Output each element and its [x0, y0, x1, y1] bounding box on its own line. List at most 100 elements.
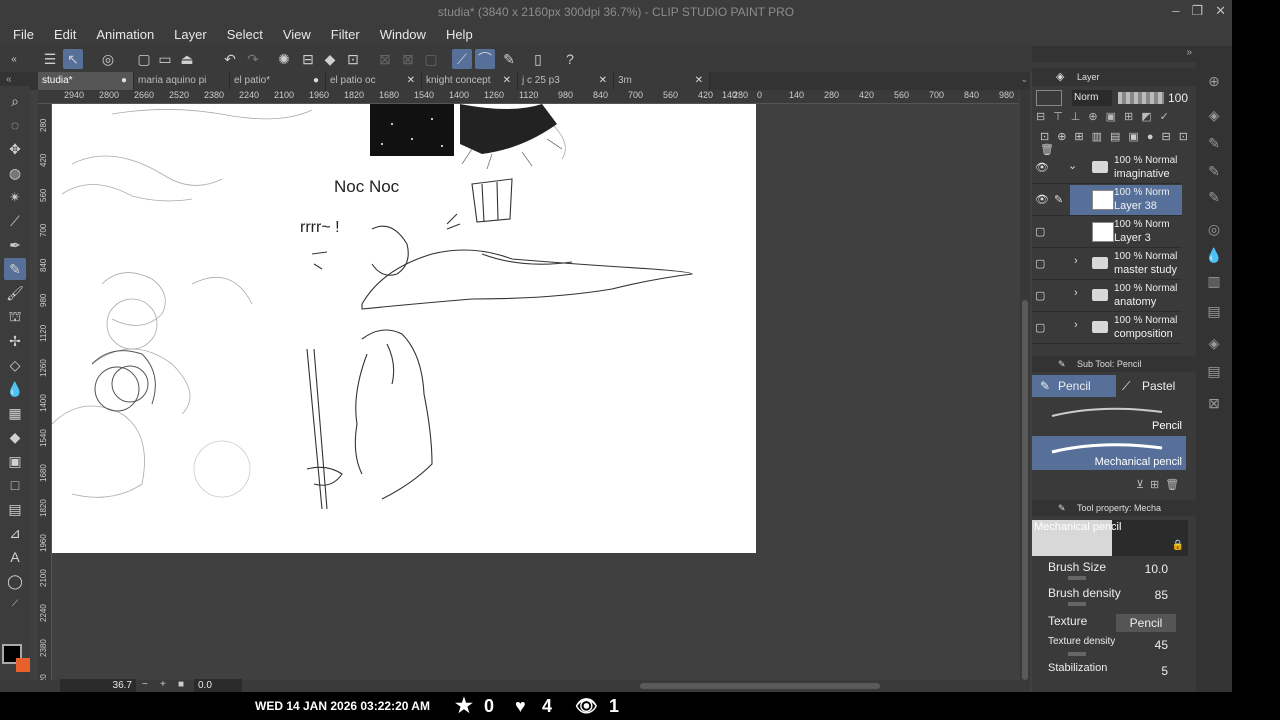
menu-help[interactable]: Help	[446, 24, 473, 46]
subtool-icon[interactable]: ✎	[1203, 132, 1225, 154]
tab-el-patio[interactable]: el patio* ●	[230, 72, 326, 90]
maximize-button[interactable]: ❐	[1191, 3, 1203, 19]
color-slider-icon[interactable]: ▥	[1203, 270, 1225, 292]
loading-icon[interactable]: ✺	[274, 49, 294, 69]
tab-close-button[interactable]: ✕	[695, 72, 703, 90]
color-wheel-icon[interactable]: ◎	[1203, 218, 1225, 240]
subtool-panel-header[interactable]: ✎ Sub Tool: Pencil	[1032, 356, 1196, 372]
tab-modified-dot[interactable]: ●	[313, 72, 319, 90]
tab-modified-dot[interactable]: ●	[121, 72, 127, 90]
save-icon[interactable]: ⏏	[177, 49, 197, 69]
brush-size-slider[interactable]	[1068, 576, 1086, 580]
snap-special-ruler-icon[interactable]: ⌒	[475, 49, 495, 69]
undo-icon[interactable]: ↶	[220, 49, 240, 69]
layer-stack-icon[interactable]: ◈	[1203, 104, 1225, 126]
tab-close-button[interactable]: ✕	[599, 72, 607, 90]
layer-property-icon[interactable]: ◈	[1203, 332, 1225, 354]
subtool-group-pastel[interactable]: ⟋ Pastel	[1116, 375, 1196, 397]
blend-mode-select[interactable]: Norm	[1072, 90, 1112, 106]
frame-tool-icon[interactable]: ▤	[4, 498, 26, 520]
gradient-tool-icon[interactable]: ▣	[4, 450, 26, 472]
eraser-tool-icon[interactable]: ◇	[4, 354, 26, 376]
minimize-button[interactable]: –	[1172, 3, 1179, 19]
subtool-group-pencil[interactable]: ✎ Pencil	[1032, 375, 1116, 397]
layer-action-row[interactable]: ⊡⊕⊞▥▤▣●⊟⊡🗑	[1040, 130, 1192, 156]
new-file-icon[interactable]: ▢	[134, 49, 154, 69]
double-chevron-right-icon[interactable]: »	[1186, 47, 1192, 58]
brush-size-icon[interactable]: ✎	[1203, 186, 1225, 208]
visibility-box-icon[interactable]: ▢	[1035, 257, 1049, 270]
tab-studia[interactable]: studia* ●	[38, 72, 134, 90]
brush-density-row[interactable]: Brush density 85	[1048, 586, 1182, 608]
crop-icon[interactable]: ⊠	[375, 49, 395, 69]
layer-row-master-study[interactable]: ▢ › 100 % Normal master study	[1032, 248, 1182, 280]
zoom-in-icon[interactable]: +	[160, 679, 166, 690]
hamburger-menu-icon[interactable]: ☰	[40, 49, 60, 69]
balloon-tool-icon[interactable]: ◯	[4, 570, 26, 592]
canvas-vertical-scrollbar[interactable]	[1020, 90, 1030, 680]
visibility-box-icon[interactable]: ▢	[1035, 225, 1049, 238]
close-button[interactable]: ✕	[1215, 3, 1226, 19]
menu-file[interactable]: File	[13, 24, 34, 46]
decoration-tool-icon[interactable]: ✢	[4, 330, 26, 352]
visibility-box-icon[interactable]: ▢	[1035, 321, 1049, 334]
opacity-value[interactable]: 100	[1168, 91, 1188, 105]
color-set-icon[interactable]: 💧	[1203, 244, 1225, 266]
tab-maria-aquino[interactable]: maria aquino pi	[134, 72, 230, 90]
brush-mechanical-pencil[interactable]: Mechanical pencil	[1032, 436, 1186, 470]
lock-icon[interactable]: 🔒	[1172, 540, 1184, 551]
snap-ruler-icon[interactable]: ⟋	[452, 49, 472, 69]
layer-row-layer-3[interactable]: ▢ 100 % Norm Layer 3	[1032, 216, 1182, 248]
menu-select[interactable]: Select	[227, 24, 263, 46]
texture-density-row[interactable]: Texture density 45	[1048, 636, 1182, 658]
search-layer-icon[interactable]: ⊠	[1203, 392, 1225, 414]
fill-icon[interactable]: ◆	[320, 49, 340, 69]
menu-layer[interactable]: Layer	[174, 24, 207, 46]
history-icon[interactable]: ▤	[1203, 360, 1225, 382]
ruler-tool-icon[interactable]: ⊿	[4, 522, 26, 544]
pen-tool-icon[interactable]: ✒	[4, 234, 26, 256]
rotation-field[interactable]: 0.0	[194, 679, 242, 692]
material-icon[interactable]: ▤	[1203, 300, 1225, 322]
layer-row-layer-38[interactable]: 👁 ✎ 100 % Norm Layer 38	[1032, 184, 1182, 216]
airbrush-tool-icon[interactable]: ⛫	[4, 306, 26, 328]
tab-list-chevron-icon[interactable]: ⌄	[1020, 74, 1028, 85]
wand-tool-icon[interactable]: ✴	[4, 186, 26, 208]
tab-jc25p3[interactable]: j c 25 p3 ✕	[518, 72, 614, 90]
opacity-slider[interactable]	[1118, 92, 1164, 104]
layer-row-composition[interactable]: ▢ › 100 % Normal composition	[1032, 312, 1182, 344]
brush-size-value[interactable]: 10.0	[1145, 562, 1168, 576]
panel-collapse-bar[interactable]: »	[1032, 46, 1196, 62]
menu-animation[interactable]: Animation	[96, 24, 154, 46]
layer-lock-row[interactable]: ⊟⊤⊥⊕▣⊞◩✓	[1036, 110, 1192, 128]
brush-preset-preview[interactable]: Mechanical pencil 🔒	[1032, 520, 1188, 556]
layer-panel-header[interactable]: ◈ Layer	[1032, 68, 1196, 86]
fill-tool-icon[interactable]: ◆	[4, 426, 26, 448]
auto-select-tool-icon[interactable]: ◍	[4, 162, 26, 184]
redo-icon[interactable]: ↷	[243, 49, 263, 69]
menu-filter[interactable]: Filter	[331, 24, 360, 46]
texture-density-value[interactable]: 45	[1155, 638, 1168, 652]
visibility-eye-icon[interactable]: 👁	[1035, 193, 1049, 206]
zoom-out-icon[interactable]: −	[142, 679, 148, 690]
tool-property-icon[interactable]: ✎	[1203, 160, 1225, 182]
brush-density-slider[interactable]	[1068, 602, 1086, 606]
tab-el-patio-oc[interactable]: el patio oc ✕	[326, 72, 422, 90]
layer-row-imaginative[interactable]: 👁 ⌄ 100 % Normal imaginative	[1032, 152, 1182, 184]
smartphone-icon[interactable]: ▯	[528, 49, 548, 69]
scroll-thumb[interactable]	[1022, 300, 1028, 680]
chevron-right-icon[interactable]: ›	[1074, 287, 1078, 299]
menu-view[interactable]: View	[283, 24, 311, 46]
layer-row-anatomy[interactable]: ▢ › 100 % Normal anatomy	[1032, 280, 1182, 312]
chevron-right-icon[interactable]: ›	[1074, 255, 1078, 267]
brush-size-row[interactable]: Brush Size 10.0	[1048, 560, 1182, 582]
snap-grid-icon[interactable]: ✎	[499, 49, 519, 69]
collapse-left-icon[interactable]: «	[4, 49, 24, 69]
open-folder-icon[interactable]: ▭	[155, 49, 175, 69]
visibility-box-icon[interactable]: ▢	[1035, 289, 1049, 302]
texture-row[interactable]: Texture Pencil	[1048, 614, 1182, 636]
visibility-eye-icon[interactable]: 👁	[1035, 161, 1049, 174]
zoom-level-field[interactable]: 36.7	[60, 679, 136, 692]
spiral-icon[interactable]: ◎	[98, 49, 118, 69]
drawing-canvas[interactable]: Noc Noc rrrr~ !	[52, 104, 756, 553]
